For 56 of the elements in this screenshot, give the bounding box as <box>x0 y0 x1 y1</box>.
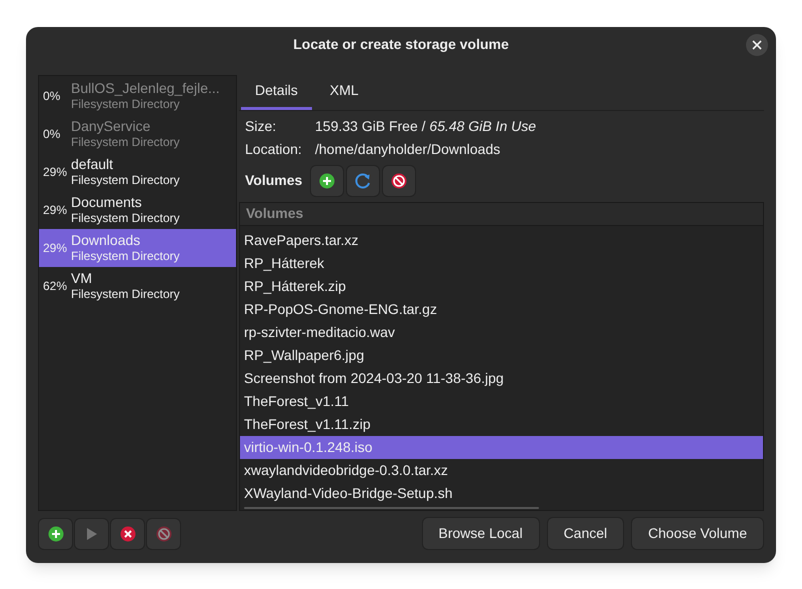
volume-row[interactable]: xwaylandvideobridge-0.3.0.tar.xz <box>240 458 763 482</box>
dialog-button[interactable]: Choose Volume <box>631 517 764 550</box>
tab[interactable]: Details <box>241 74 312 110</box>
location-value: /home/danyholder/Downloads <box>315 140 500 160</box>
volume-row[interactable]: Screenshot from 2024-03-20 11-38-36.jpg <box>240 366 763 390</box>
volumes-label: Volumes <box>245 171 302 190</box>
pool-usage: 62% <box>42 278 68 294</box>
volume-row[interactable]: RP_Hátterek.zip <box>240 274 763 298</box>
window-title: Locate or create storage volume <box>293 35 509 54</box>
pool-type: Filesystem Directory <box>71 286 180 302</box>
pool-type: Filesystem Directory <box>71 134 180 150</box>
pool-type: Filesystem Directory <box>71 210 180 226</box>
close-icon <box>752 40 762 50</box>
close-button[interactable] <box>746 34 768 56</box>
volume-tool-button[interactable] <box>382 164 416 197</box>
pool-tool-button[interactable] <box>110 518 145 550</box>
volume-row[interactable]: RavePapers.tar.xz <box>240 228 763 252</box>
volume-row[interactable]: TheForest_v1.11.zip <box>240 412 763 436</box>
volume-row[interactable]: TheForest_v1.11 <box>240 390 763 413</box>
volume-row[interactable]: XWayland-Video-Bridge-Setup.sh <box>240 482 763 505</box>
volume-row[interactable]: RP-PopOS-Gnome-ENG.tar.gz <box>240 298 763 321</box>
pool-usage: 0% <box>42 126 62 142</box>
location-label: Location: <box>245 140 303 160</box>
no-entry-icon <box>391 172 408 189</box>
pool-name: VM <box>71 270 93 286</box>
pool-name: default <box>71 156 114 172</box>
dialog-button[interactable]: Browse Local <box>422 517 540 550</box>
volume-row[interactable]: rp-szivter-meditacio.wav <box>240 320 763 344</box>
pool-name: Downloads <box>71 232 142 248</box>
dialog-button[interactable]: Cancel <box>546 517 624 550</box>
pool-name: BullOS_Jelenleg_fejle... <box>71 80 220 96</box>
volume-tool-button[interactable] <box>310 164 344 197</box>
play-icon <box>86 526 98 540</box>
pool-type: Filesystem Directory <box>71 248 180 264</box>
pool-usage: 29% <box>42 240 68 256</box>
refresh-icon <box>354 172 372 190</box>
size-value: 159.33 GiB Free / 65.48 GiB In Use <box>315 117 536 136</box>
volume-row[interactable]: RP_Wallpaper6.jpg <box>240 344 763 367</box>
pool-type: Filesystem Directory <box>71 96 181 112</box>
volume-row[interactable]: RP_Hátterek <box>240 252 763 275</box>
pool-type: Filesystem Directory <box>71 172 180 188</box>
pool-name: Documents <box>71 194 143 210</box>
pool-usage: 29% <box>42 164 68 180</box>
tab[interactable]: XML <box>316 74 373 110</box>
add-icon <box>319 172 336 189</box>
pool-tool-button[interactable] <box>38 518 73 550</box>
no-entry-icon <box>156 526 172 542</box>
pool-name: DanyService <box>71 118 152 134</box>
pool-usage: 0% <box>42 88 62 104</box>
volume-row[interactable]: virtio-win-0.1.248.iso <box>240 436 763 459</box>
column-header[interactable]: Volumes <box>240 202 763 226</box>
add-icon <box>48 526 64 542</box>
pool-usage: 29% <box>42 202 68 218</box>
scrollbar[interactable] <box>244 506 539 509</box>
stop-icon <box>120 526 136 542</box>
size-label: Size: <box>245 117 278 136</box>
